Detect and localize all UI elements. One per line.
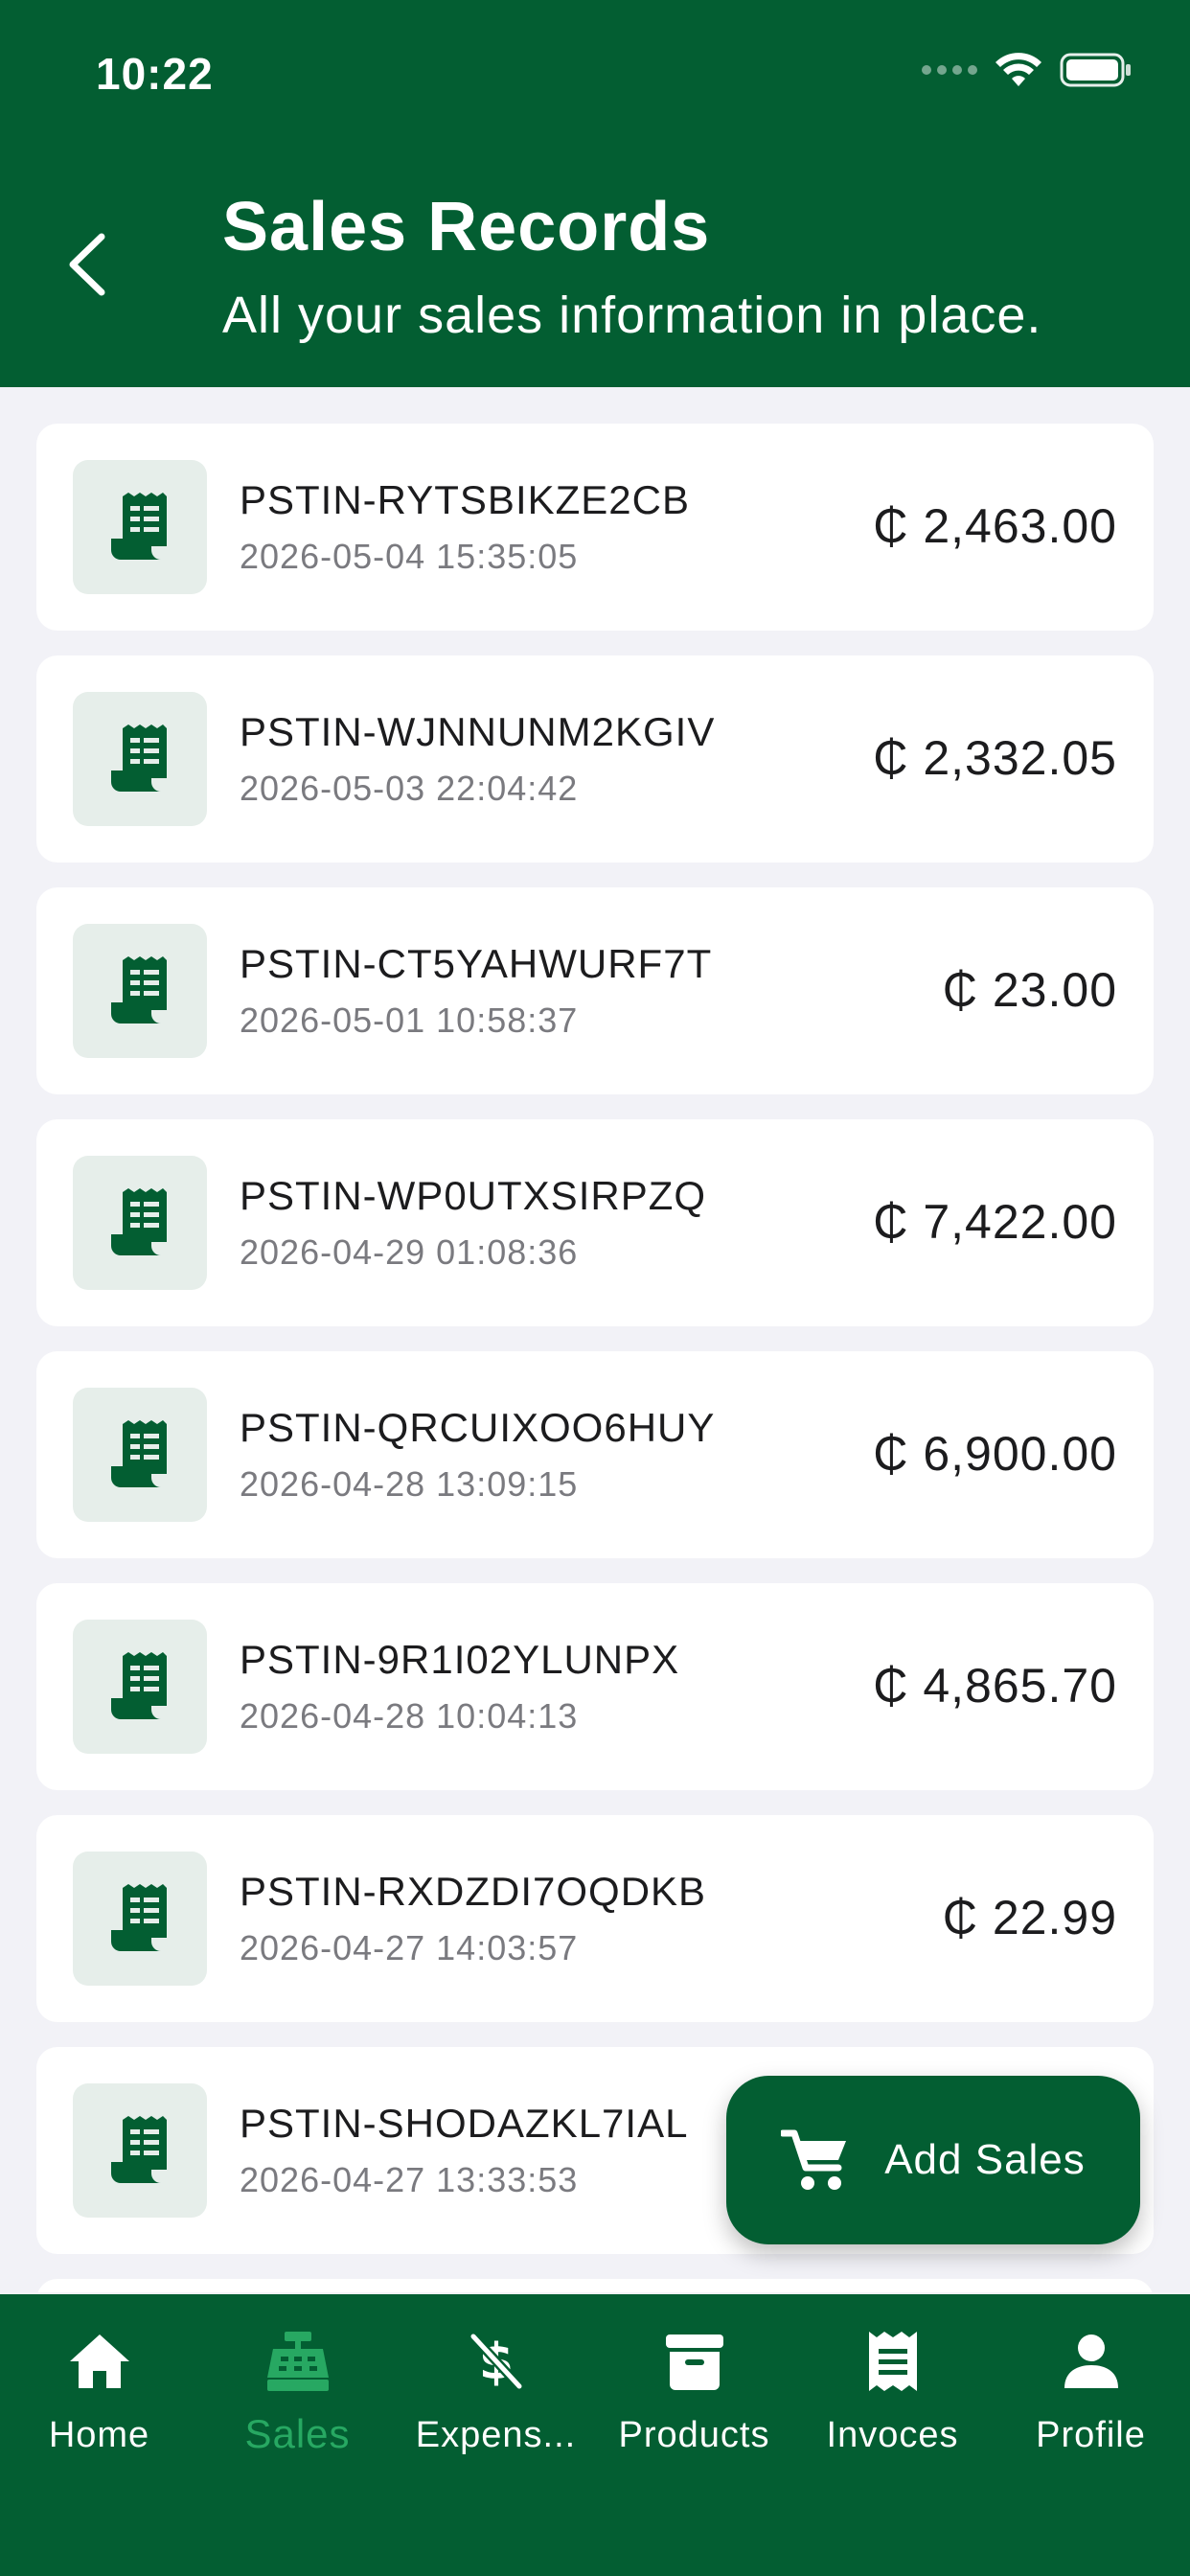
sale-id: PSTIN-RXDZDI7OQDKB (240, 1869, 707, 1914)
sales-record-card[interactable]: PSTIN-WP0UTXSIRPZQ 2026-04-29 01:08:36 ₵… (36, 1119, 1154, 1326)
receipt-icon (111, 493, 167, 560)
sale-id: PSTIN-CT5YAHWURF7T (240, 941, 713, 986)
sale-date: 2026-05-03 22:04:42 (240, 769, 579, 808)
add-sales-label: Add Sales (884, 2136, 1086, 2183)
add-sales-button[interactable]: Add Sales (726, 2076, 1140, 2244)
tab-expenses[interactable]: $ Expens... (397, 2294, 595, 2576)
sale-amount: ₵ 7,422.00 (873, 1195, 1117, 1249)
receipt-icon (111, 1188, 167, 1255)
cash-register-icon (265, 2323, 331, 2400)
sale-amount: ₵ 2,463.00 (873, 499, 1117, 553)
receipt-tile (73, 2083, 207, 2218)
receipt-tile (73, 1388, 207, 1522)
receipt-tile (73, 1852, 207, 1986)
wifi-icon (995, 53, 1041, 86)
sale-date: 2026-04-28 10:04:13 (240, 1696, 579, 1736)
tab-sales[interactable]: Sales (198, 2294, 397, 2576)
sale-date: 2026-04-28 13:09:15 (240, 1464, 579, 1504)
sale-id: PSTIN-WJNNUNM2KGIV (240, 709, 716, 754)
sales-record-card[interactable]: PSTIN-9R1I02YLUNPX 2026-04-28 10:04:13 ₵… (36, 1583, 1154, 1790)
cart-icon (781, 2129, 847, 2190)
sale-id: PSTIN-RYTSBIKZE2CB (240, 477, 690, 522)
tab-home[interactable]: Home (0, 2294, 198, 2576)
sale-date: 2026-05-04 15:35:05 (240, 537, 579, 576)
sale-id: PSTIN-9R1I02YLUNPX (240, 1637, 680, 1682)
no-money-icon: $ (468, 2323, 525, 2400)
receipt-tile (73, 1620, 207, 1754)
sale-amount: ₵ 23.00 (942, 963, 1117, 1017)
sale-id: PSTIN-WP0UTXSIRPZQ (240, 1173, 707, 1218)
status-time: 10:22 (96, 49, 214, 99)
sales-record-card[interactable]: PSTIN-WJNNUNM2KGIV 2026-05-03 22:04:42 ₵… (36, 656, 1154, 862)
tab-profile[interactable]: Profile (992, 2294, 1190, 2576)
status-icons (922, 52, 1133, 88)
sale-id: PSTIN-QRCUIXOO6HUY (240, 1405, 716, 1450)
sale-date: 2026-04-27 13:33:53 (240, 2160, 579, 2199)
sale-amount: ₵ 22.99 (942, 1891, 1117, 1944)
home-icon (68, 2323, 131, 2400)
battery-icon (1060, 53, 1131, 87)
sale-date: 2026-04-27 14:03:57 (240, 1928, 579, 1967)
sale-id: PSTIN-SHODAZKL7IAL (240, 2101, 689, 2146)
back-button[interactable] (57, 226, 115, 303)
tab-products[interactable]: Products (595, 2294, 793, 2576)
app-header: 10:22 Sales Records All your sales infor… (0, 0, 1190, 387)
sale-amount: ₵ 2,332.05 (873, 731, 1117, 785)
sales-record-card[interactable]: PSTIN-CT5YAHWURF7T 2026-05-01 10:58:37 ₵… (36, 887, 1154, 1094)
sale-amount: ₵ 4,865.70 (873, 1659, 1117, 1713)
person-icon (1063, 2323, 1120, 2400)
sale-date: 2026-05-01 10:58:37 (240, 1000, 579, 1040)
receipt-icon (111, 956, 167, 1024)
signal-icon (922, 65, 977, 75)
archive-box-icon (664, 2323, 725, 2400)
receipt-tile (73, 460, 207, 594)
receipt-icon (865, 2323, 921, 2400)
sales-record-card[interactable] (36, 2279, 1154, 2292)
receipt-icon (111, 1420, 167, 1487)
sale-date: 2026-04-29 01:08:36 (240, 1232, 579, 1272)
receipt-icon (111, 1652, 167, 1719)
page-subtitle: All your sales information in place. (222, 287, 1042, 344)
page-title: Sales Records (222, 189, 711, 265)
sales-record-card[interactable]: PSTIN-RYTSBIKZE2CB 2026-05-04 15:35:05 ₵… (36, 424, 1154, 631)
sales-record-card[interactable]: PSTIN-QRCUIXOO6HUY 2026-04-28 13:09:15 ₵… (36, 1351, 1154, 1558)
receipt-icon (111, 724, 167, 792)
receipt-icon (111, 1884, 167, 1951)
receipt-tile (73, 1156, 207, 1290)
bottom-tab-bar: Home Sales $ Expens... (0, 2294, 1190, 2576)
tab-invoices[interactable]: Invoces (793, 2294, 992, 2576)
chevron-left-icon (69, 233, 105, 296)
sales-record-card[interactable]: PSTIN-RXDZDI7OQDKB 2026-04-27 14:03:57 ₵… (36, 1815, 1154, 2022)
receipt-icon (111, 2116, 167, 2183)
receipt-tile (73, 924, 207, 1058)
sale-amount: ₵ 6,900.00 (873, 1427, 1117, 1481)
sales-list[interactable]: PSTIN-RYTSBIKZE2CB 2026-05-04 15:35:05 ₵… (36, 424, 1154, 2292)
receipt-tile (73, 692, 207, 826)
